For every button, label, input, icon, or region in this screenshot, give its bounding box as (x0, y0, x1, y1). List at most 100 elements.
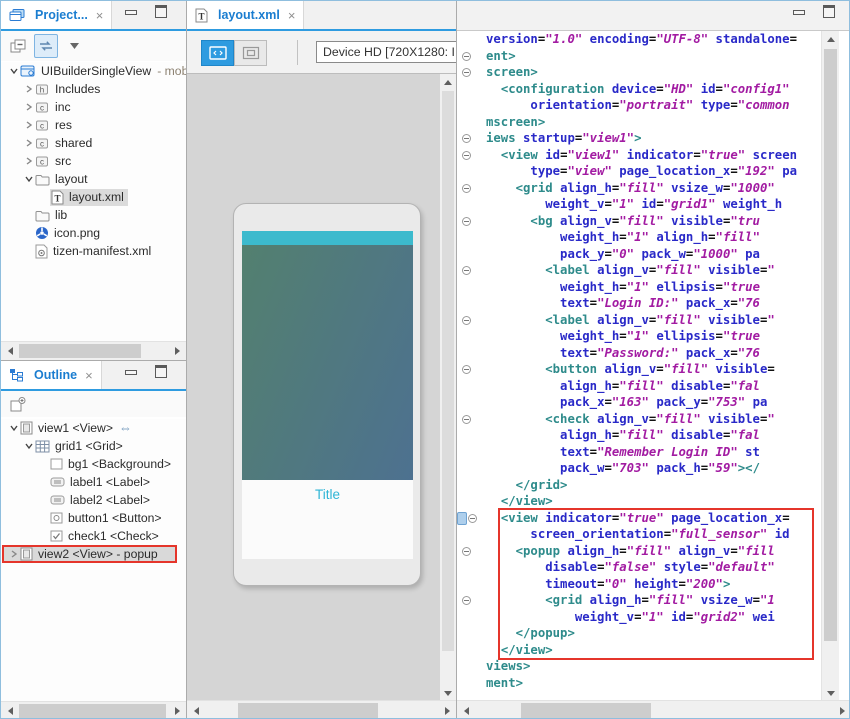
popup-title-text[interactable]: Title (242, 487, 413, 502)
scrollbar-thumb[interactable] (19, 344, 141, 358)
code-line-3[interactable]: screen> (486, 64, 538, 81)
design-view-button[interactable] (234, 40, 267, 66)
view-menu-icon[interactable] (63, 35, 85, 57)
code-line-6[interactable]: mscreen> (486, 114, 545, 131)
chevron-collapsed-icon[interactable] (22, 137, 35, 149)
tree-item-view1[interactable]: view1 <View>⇔ (1, 419, 186, 437)
tree-item-includes[interactable]: hIncludes (1, 80, 186, 98)
collapse-all-icon[interactable] (7, 35, 29, 57)
project-hscrollbar[interactable] (1, 341, 186, 360)
chevron-expanded-icon[interactable] (22, 173, 35, 185)
fold-collapse-icon[interactable] (462, 316, 471, 325)
code-line-19[interactable]: weight_h="1" ellipsis="true (486, 328, 760, 345)
tree-item-src[interactable]: csrc (1, 152, 186, 170)
code-line-10[interactable]: <grid align_h="fill" vsize_w="1000" (486, 180, 775, 197)
code-line-11[interactable]: weight_v="1" id="grid1" weight_h (486, 196, 782, 213)
tree-item-uibuildersingleview[interactable]: UIBuilderSingleView- mob (1, 62, 186, 80)
close-icon[interactable]: × (96, 8, 104, 23)
scroll-right-icon[interactable] (835, 701, 849, 719)
tree-item-label2[interactable]: label2 <Label> (1, 491, 186, 509)
code-line-9[interactable]: type="view" page_location_x="192" pa (486, 163, 797, 180)
tab-outline[interactable]: Outline × (1, 361, 102, 389)
code-line-14[interactable]: pack_y="0" pack_w="1000" pa (486, 246, 760, 263)
tree-item-tizen-manifest.xml[interactable]: tizen-manifest.xml (1, 242, 186, 260)
minimize-icon[interactable] (123, 366, 139, 380)
scrollbar-thumb[interactable] (824, 49, 837, 641)
preview-hscrollbar[interactable] (187, 700, 456, 719)
fold-collapse-icon[interactable] (468, 514, 477, 523)
tab-project-explorer[interactable]: Project... × (1, 1, 112, 29)
chevron-expanded-icon[interactable] (7, 422, 20, 434)
scrollbar-thumb[interactable] (19, 704, 166, 718)
scroll-right-icon[interactable] (170, 342, 184, 360)
source-hscrollbar[interactable] (457, 700, 850, 719)
preview-vscrollbar[interactable] (440, 74, 456, 701)
tree-item-layout.xml[interactable]: Tlayout.xml (1, 188, 186, 206)
popup-widget[interactable]: Title (242, 480, 413, 559)
tree-item-view2[interactable]: view2 <View> - popup (1, 545, 186, 563)
code-line-26[interactable]: text="Remember Login ID" st (486, 444, 760, 461)
chevron-collapsed-icon[interactable] (7, 548, 20, 560)
close-icon[interactable]: × (85, 368, 93, 383)
minimize-icon[interactable] (123, 6, 139, 20)
scroll-left-icon[interactable] (189, 701, 203, 719)
code-line-8[interactable]: <view id="view1" indicator="true" screen (486, 147, 797, 164)
code-line-23[interactable]: pack_x="163" pack_y="753" pa (486, 394, 767, 411)
tree-item-grid1[interactable]: grid1 <Grid> (1, 437, 186, 455)
scroll-left-icon[interactable] (3, 342, 17, 360)
chevron-collapsed-icon[interactable] (22, 83, 35, 95)
code-line-22[interactable]: align_h="fill" disable="fal (486, 378, 760, 395)
focus-task-icon[interactable] (7, 393, 29, 415)
code-line-39[interactable]: views> (486, 658, 530, 675)
chevron-expanded-icon[interactable] (22, 440, 35, 452)
fold-collapse-icon[interactable] (462, 134, 471, 143)
tree-item-shared[interactable]: cshared (1, 134, 186, 152)
scroll-up-icon[interactable] (822, 31, 839, 47)
preview-canvas[interactable]: Title (187, 74, 440, 701)
device-select[interactable]: Device HD [720X1280: I (316, 41, 457, 63)
scroll-right-icon[interactable] (440, 701, 454, 719)
fold-collapse-icon[interactable] (462, 68, 471, 77)
scroll-right-icon[interactable] (170, 702, 184, 719)
tree-item-res[interactable]: cres (1, 116, 186, 134)
close-icon[interactable]: × (288, 8, 296, 23)
code-line-5[interactable]: orientation="portrait" type="common (486, 97, 790, 114)
tree-item-icon.png[interactable]: icon.png (1, 224, 186, 242)
code-line-1[interactable]: version="1.0" encoding="UTF-8" standalon… (486, 31, 797, 48)
scrollbar-thumb[interactable] (521, 703, 651, 718)
tab-layout-xml[interactable]: T layout.xml × (187, 1, 304, 29)
minimize-icon[interactable] (791, 6, 807, 20)
fold-collapse-icon[interactable] (462, 596, 471, 605)
code-line-15[interactable]: <label align_v="fill" visible=" (486, 262, 775, 279)
fold-collapse-icon[interactable] (462, 415, 471, 424)
scrollbar-thumb[interactable] (238, 703, 378, 718)
code-line-7[interactable]: iews startup="view1"> (486, 130, 642, 147)
source-view-button[interactable] (201, 40, 234, 66)
code-line-40[interactable]: ment> (486, 675, 523, 692)
outline-hscrollbar[interactable] (1, 701, 186, 719)
fold-collapse-icon[interactable] (462, 266, 471, 275)
fold-collapse-icon[interactable] (462, 151, 471, 160)
code-line-4[interactable]: <configuration device="HD" id="config1" (486, 81, 790, 98)
code-line-28[interactable]: </grid> (486, 477, 567, 494)
scroll-down-icon[interactable] (822, 685, 839, 701)
code-line-17[interactable]: text="Login ID:" pack_x="76 (486, 295, 760, 312)
code-line-27[interactable]: pack_w="703" pack_h="59"></ (486, 460, 760, 477)
scroll-down-icon[interactable] (440, 685, 456, 701)
device-screen[interactable]: Title (242, 231, 413, 559)
tree-item-label1[interactable]: label1 <Label> (1, 473, 186, 491)
code-line-24[interactable]: <check align_v="fill" visible=" (486, 411, 775, 428)
tree-item-lib[interactable]: lib (1, 206, 186, 224)
maximize-icon[interactable] (821, 6, 837, 20)
fold-collapse-icon[interactable] (462, 547, 471, 556)
tree-item-check1[interactable]: check1 <Check> (1, 527, 186, 545)
code-line-21[interactable]: <button align_v="fill" visible= (486, 361, 775, 378)
link-with-editor-icon[interactable] (34, 34, 58, 58)
scroll-left-icon[interactable] (3, 702, 17, 719)
view1-background[interactable] (242, 245, 413, 480)
code-line-18[interactable]: <label align_v="fill" visible=" (486, 312, 775, 329)
code-line-12[interactable]: <bg align_v="fill" visible="tru (486, 213, 760, 230)
tree-item-layout[interactable]: layout (1, 170, 186, 188)
scroll-up-icon[interactable] (440, 74, 456, 90)
chevron-collapsed-icon[interactable] (22, 101, 35, 113)
